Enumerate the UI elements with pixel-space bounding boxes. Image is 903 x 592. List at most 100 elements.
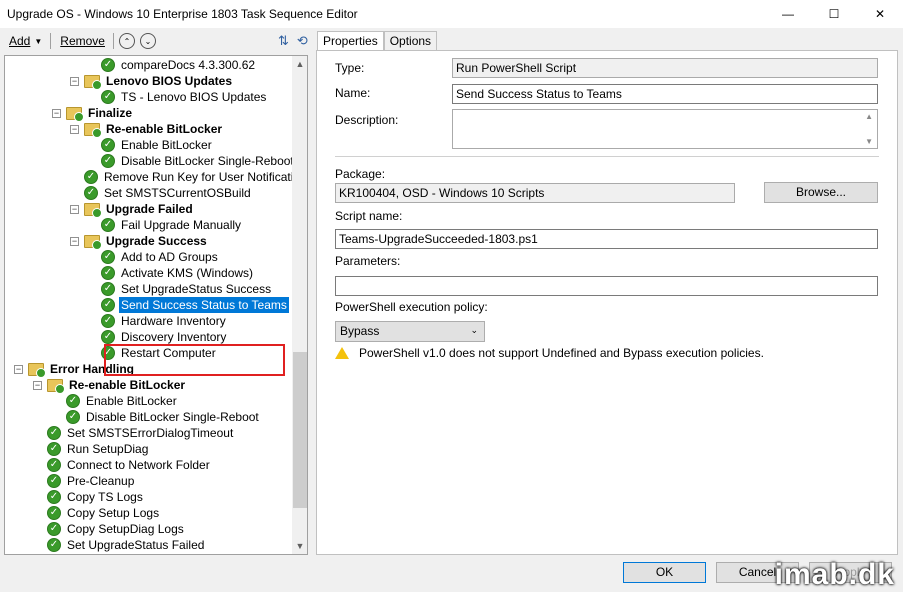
highlight-box (104, 344, 285, 376)
tree-step[interactable]: ✓ Enable BitLocker (101, 137, 214, 153)
tab-properties[interactable]: Properties (317, 31, 384, 51)
tree-step[interactable]: ✓ Activate KMS (Windows) (101, 265, 255, 281)
tree-group[interactable]: Upgrade Failed (84, 201, 195, 218)
tree-item-label: Lenovo BIOS Updates (106, 74, 233, 88)
tree-group[interactable]: Lenovo BIOS Updates (84, 73, 234, 90)
move-up-icon[interactable]: ⌃ (118, 33, 135, 49)
tree-item-label: Hardware Inventory (121, 314, 226, 328)
tree-item-label: Pre-Cleanup (67, 474, 135, 488)
tree-group[interactable]: Re-enable BitLocker (47, 377, 187, 394)
tree-step[interactable]: ✓ Enable BitLocker (66, 393, 179, 409)
move-down-icon[interactable]: ⌄ (139, 33, 156, 49)
checkmark-icon: ✓ (101, 266, 115, 280)
title-bar: Upgrade OS - Windows 10 Enterprise 1803 … (0, 0, 903, 28)
description-field[interactable]: ▲ ▼ (452, 109, 878, 149)
checkmark-icon: ✓ (47, 458, 61, 472)
checkmark-icon: ✓ (84, 186, 98, 200)
folder-icon (66, 106, 84, 122)
collapse-icon[interactable]: − (52, 109, 61, 118)
scroll-down-icon[interactable]: ▼ (292, 538, 307, 554)
tree-step[interactable]: ✓ Copy TS Logs (47, 489, 145, 505)
tree-item-label: Fail Upgrade Manually (121, 218, 242, 232)
collapse-icon[interactable]: − (33, 381, 42, 390)
parameters-field[interactable] (335, 276, 878, 296)
folder-icon (84, 74, 102, 90)
sort-icon[interactable]: ⇅ (278, 33, 289, 49)
tree-item-label: Set UpgradeStatus Success (121, 282, 272, 296)
tree-item-label: Set SMSTSCurrentOSBuild (104, 186, 251, 200)
tree-step[interactable]: ✓ Disable BitLocker Single-Reboot (66, 409, 261, 425)
tree-group[interactable]: Re-enable BitLocker (84, 121, 224, 138)
tree-step[interactable]: ✓ Remove Run Key for User Notification (84, 169, 307, 185)
close-button[interactable]: ✕ (857, 0, 903, 28)
tree-step[interactable]: ✓ Copy SetupDiag Logs (47, 521, 186, 537)
tree-item-label: Send Success Status to Teams (119, 297, 289, 313)
tree-step[interactable]: ✓ Pre-Cleanup (47, 473, 136, 489)
checkmark-icon: ✓ (47, 506, 61, 520)
folder-icon (84, 234, 102, 250)
tree-group[interactable]: Upgrade Success (84, 233, 209, 250)
tree-step[interactable]: ✓ Copy Setup Logs (47, 505, 161, 521)
checkmark-icon: ✓ (47, 442, 61, 456)
tree-step[interactable]: ✓ Fail Upgrade Manually (101, 217, 243, 233)
remove-button[interactable]: Remove (60, 34, 105, 48)
tree-step[interactable]: ✓ Discovery Inventory (101, 329, 228, 345)
divider (335, 156, 879, 157)
package-field: KR100404, OSD - Windows 10 Scripts (335, 183, 735, 203)
tree-step[interactable]: ✓ Set SMSTSErrorDialogTimeout (47, 425, 235, 441)
add-button[interactable]: Add (9, 34, 30, 48)
warning-message: PowerShell v1.0 does not support Undefin… (335, 346, 764, 360)
collapse-icon[interactable]: − (70, 205, 79, 214)
collapse-icon[interactable]: − (14, 365, 23, 374)
tree-step[interactable]: ✓ compareDocs 4.3.300.62 (101, 57, 257, 73)
tree-scrollbar[interactable]: ▲ ▼ (292, 56, 307, 554)
tree-item-label: Discovery Inventory (121, 330, 227, 344)
tree-step[interactable]: ✓ TS - Lenovo BIOS Updates (101, 89, 268, 105)
tree-step[interactable]: ✓ Send Success Status to Teams (101, 297, 289, 313)
checkmark-icon: ✓ (101, 58, 115, 72)
checkmark-icon: ✓ (101, 314, 115, 328)
script-name-label: Script name: (335, 209, 403, 223)
tree-item-label: Disable BitLocker Single-Reboot (86, 410, 259, 424)
tree-step[interactable]: ✓ Hardware Inventory (101, 313, 228, 329)
tree-step[interactable]: ✓ Add to AD Groups (101, 249, 220, 265)
browse-button[interactable]: Browse... (764, 182, 878, 203)
ok-button[interactable]: OK (623, 562, 706, 583)
scroll-up-icon[interactable]: ▲ (292, 56, 307, 72)
tab-options[interactable]: Options (383, 31, 438, 50)
task-sequence-tree[interactable]: ✓ compareDocs 4.3.300.62 − Lenovo BIOS Upda… (4, 55, 308, 555)
tree-item-label: Copy TS Logs (67, 490, 143, 504)
tree-step[interactable]: ✓ Run SetupDiag (47, 441, 150, 457)
tree-item-label: Enable BitLocker (121, 138, 212, 152)
refresh-icon[interactable]: ⟲ (297, 33, 308, 49)
tree-step[interactable]: ✓ Disable BitLocker Single-Reboot (101, 153, 296, 169)
tree-item-label: Connect to Network Folder (67, 458, 210, 472)
separator (112, 33, 114, 49)
tree-step[interactable]: ✓ Connect to Network Folder (47, 457, 212, 473)
scroll-up-icon[interactable]: ▲ (865, 112, 873, 121)
tree-step[interactable]: ✓ Set UpgradeStatus Failed (47, 537, 206, 553)
add-dropdown-icon[interactable]: ▼ (34, 37, 42, 46)
execution-policy-value: Bypass (340, 324, 380, 338)
tree-step[interactable]: ✓ Set SMSTSCurrentOSBuild (84, 185, 253, 201)
collapse-icon[interactable]: − (70, 237, 79, 246)
tree-step[interactable]: ✓ Set UpgradeStatus Success (101, 281, 273, 297)
minimize-button[interactable]: — (765, 0, 811, 28)
tree-item-label: Upgrade Success (106, 234, 207, 248)
tree-item-label: Re-enable BitLocker (69, 378, 186, 392)
execution-policy-select[interactable]: Bypass ⌄ (335, 321, 485, 342)
package-label: Package: (335, 167, 386, 181)
warning-text: PowerShell v1.0 does not support Undefin… (359, 346, 764, 360)
name-field[interactable]: Send Success Status to Teams (452, 84, 878, 104)
script-name-field[interactable]: Teams-UpgradeSucceeded-1803.ps1 (335, 229, 878, 249)
tree-item-label: Disable BitLocker Single-Reboot (121, 154, 294, 168)
maximize-button[interactable]: ☐ (811, 0, 857, 28)
scroll-down-icon[interactable]: ▼ (865, 137, 873, 146)
checkmark-icon: ✓ (101, 330, 115, 344)
folder-icon (84, 122, 102, 138)
tree-group[interactable]: Finalize (66, 105, 134, 122)
scroll-thumb[interactable] (293, 352, 307, 508)
collapse-icon[interactable]: − (70, 77, 79, 86)
tree-item-label: Copy SetupDiag Logs (67, 522, 184, 536)
collapse-icon[interactable]: − (70, 125, 79, 134)
